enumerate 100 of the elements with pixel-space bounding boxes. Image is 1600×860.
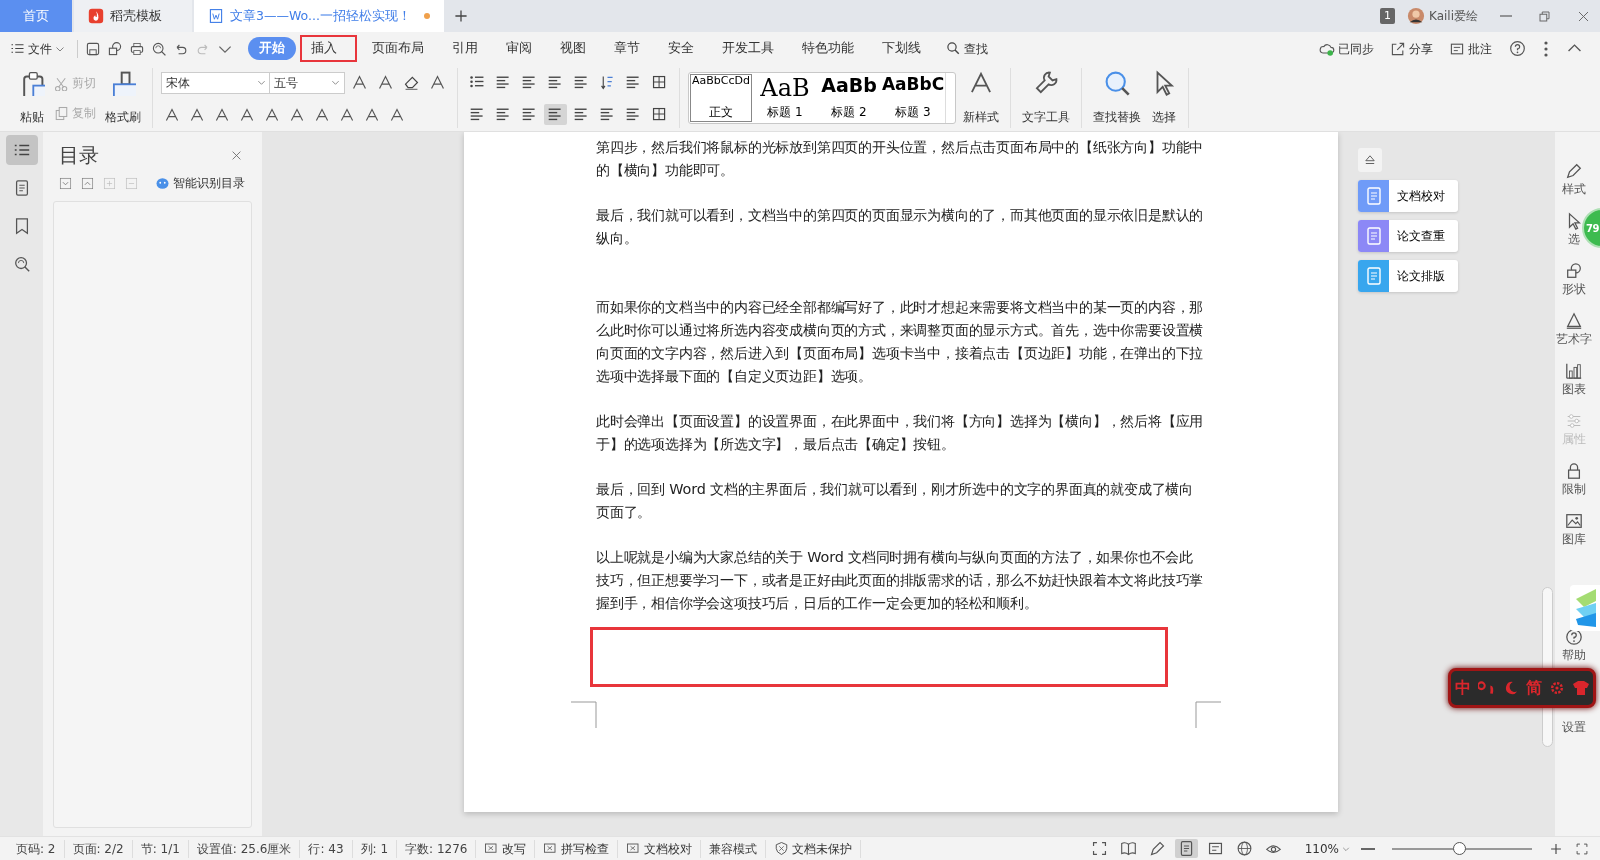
book-icon: [1119, 840, 1137, 857]
image-icon: [1564, 512, 1583, 530]
side-tool-button[interactable]: 文档校对: [1358, 180, 1458, 212]
paragraph: 最后，回到 Word 文档的主界面后，我们就可以看到，刚才所选中的文字的界面真的就变成了横向页面了。: [596, 480, 1194, 522]
wrench-icon: [1033, 70, 1059, 96]
save-icon: [85, 40, 101, 57]
paragraph: 第四步，然后我们将鼠标的光标放到第四页的开头位置，然后点击页面布局中的【纸张方向】功能中的【横向】功能即可。: [596, 138, 1205, 180]
minus-icon: [1361, 846, 1375, 851]
style-preset[interactable]: AaBb 标题 2: [817, 73, 881, 123]
side-tool[interactable]: 限制: [1561, 462, 1586, 498]
file-menu[interactable]: 文件: [8, 38, 67, 59]
side-tool[interactable]: 图表: [1561, 362, 1586, 398]
caret-icon: [1342, 844, 1350, 853]
font-family-select[interactable]: 宋体: [161, 71, 271, 94]
ribbon-tab[interactable]: 插入: [302, 37, 355, 60]
outline-button[interactable]: [5, 135, 38, 165]
collapse-button[interactable]: [1358, 148, 1382, 172]
eraser-icon: [403, 74, 420, 91]
side-tool[interactable]: 样式: [1561, 162, 1586, 198]
outline-icon: [1206, 840, 1224, 857]
ribbon-tab[interactable]: 章节: [603, 37, 651, 60]
box-cross-icon: [543, 841, 559, 856]
side-tool-button[interactable]: 论文排版: [1358, 260, 1458, 292]
ribbon-tab[interactable]: 特色功能: [791, 37, 865, 60]
status-text: 兼容模式: [701, 839, 767, 858]
help-icon: [1564, 628, 1583, 646]
paragraph: 以上呢就是小编为大家总结的关于 Word 文档同时拥有横向与纵向页面的方法了，如果你也不会此技巧，但正想要学习一下，或者是正好由此页面的排版需求的话，那么不妨赶快跟着本文将此技巧掌握到手，相信你学会这项技巧后，日后的工作一定会更加的轻松和顺利。: [596, 548, 1205, 613]
side-tool[interactable]: 帮助: [1561, 628, 1586, 664]
chart-icon: [1564, 362, 1583, 380]
border-icon: [651, 105, 668, 123]
toolbar-button[interactable]: 批注: [1447, 38, 1494, 59]
minimize-icon: [1499, 14, 1513, 18]
user-name[interactable]: Kaili爱绘: [1429, 7, 1478, 25]
ribbon-button[interactable]: 查找替换: [1090, 68, 1144, 128]
collapse-icon: [81, 176, 94, 190]
ribbon-tab[interactable]: 开发工具: [711, 37, 785, 60]
plus-icon: [103, 176, 116, 190]
status-toggle[interactable]: 拼写检查: [535, 839, 619, 858]
moon-icon: [1504, 681, 1519, 695]
scrollbar[interactable]: [1540, 132, 1555, 836]
fullscreen-icon: [1090, 840, 1108, 857]
status-text: 页码: 2: [8, 839, 65, 858]
search-button[interactable]: 查找: [944, 38, 990, 59]
document-tab[interactable]: 文章3——Wo...一招轻松实现！: [194, 0, 444, 32]
status-text: 设置值: 25.6厘米: [188, 839, 301, 858]
toolbar-button[interactable]: 已同步: [1317, 38, 1376, 59]
document-tab[interactable]: 稻壳模板: [74, 0, 192, 32]
side-tool[interactable]: 选: [1564, 212, 1583, 248]
justify-button[interactable]: [544, 103, 567, 125]
plus-icon: [1549, 841, 1563, 856]
side-tool[interactable]: 形状: [1561, 262, 1586, 298]
font-size-select[interactable]: 五号: [269, 71, 345, 94]
minus-icon: [125, 176, 138, 190]
smart-outline-button[interactable]: 智能识别目录: [153, 173, 247, 193]
ribbon-tab[interactable]: 下划线: [871, 37, 932, 60]
style-preset[interactable]: AaB 标题 1: [753, 73, 817, 123]
ribbon-button[interactable]: 新样式: [960, 68, 1002, 128]
shield-icon: [774, 841, 790, 856]
side-tool-button[interactable]: 论文查重: [1358, 220, 1458, 252]
side-tool[interactable]: 艺术字: [1555, 312, 1592, 348]
side-tool[interactable]: 图库: [1561, 512, 1586, 548]
ribbon-tab[interactable]: 引用: [441, 37, 489, 60]
expand-icon: [59, 176, 72, 190]
ribbon-button[interactable]: 选择: [1148, 68, 1180, 128]
ribbon-tab[interactable]: 审阅: [495, 37, 543, 60]
app-logo-icon[interactable]: [1570, 585, 1600, 631]
brush-icon: [110, 70, 136, 96]
status-toggle[interactable]: 文档校对: [618, 839, 702, 858]
zoom-select[interactable]: 110%: [1302, 838, 1352, 859]
status-text: 行: 43: [300, 839, 353, 858]
expand-button[interactable]: [59, 176, 72, 190]
status-toggle[interactable]: 改写: [476, 839, 536, 858]
paragraph: 而如果你的文档当中的内容已经全部都编写好了，此时才想起来需要将文档当中的某一页的内容，那么此时你可以通过将所选内容变成横向页的方式，来调整页面的显示方式。首先，选中你需要设置横向页面的文字内容，然后进入到【页面布局】选项卡当中，接着点击【页边距】功能，在弹出的下拉选项中选择最下面的【自定义页边距】选项。: [596, 298, 1205, 386]
find-icon: [12, 255, 31, 273]
ribbon-button[interactable]: 粘贴: [16, 68, 48, 128]
slider-thumb[interactable]: [1453, 841, 1467, 855]
globe-icon: [1235, 840, 1253, 857]
search-icon: [946, 41, 961, 56]
status-text: 字数: 1276: [397, 839, 477, 858]
ribbon-tab[interactable]: 安全: [657, 37, 705, 60]
robot-icon: [155, 175, 170, 191]
caret-icon: [331, 78, 340, 87]
print-icon: [129, 40, 145, 57]
view-button[interactable]: [1174, 839, 1198, 858]
toolbar-button[interactable]: 分享: [1388, 38, 1435, 59]
collapse-button[interactable]: [81, 176, 94, 190]
ribbon-button[interactable]: 格式刷: [102, 68, 144, 128]
ribbon-tab[interactable]: 页面布局: [361, 37, 435, 60]
window-count-badge[interactable]: 1: [1380, 7, 1395, 25]
text-art-icon: [1564, 312, 1583, 330]
restore-icon: [1537, 8, 1552, 24]
status-toggle[interactable]: 文档未保护: [766, 839, 862, 858]
style-preset[interactable]: AaBbC 标题 3: [881, 73, 945, 123]
ribbon-button[interactable]: 文字工具: [1019, 68, 1073, 128]
ribbon-tab[interactable]: 视图: [549, 37, 597, 60]
panel-title: 目录: [59, 142, 99, 169]
style-preset[interactable]: AaBbCcDd 正文: [689, 73, 753, 123]
caret-icon: [257, 78, 266, 87]
side-tool[interactable]: 设置: [1561, 718, 1586, 736]
pen-icon: [1148, 840, 1166, 857]
